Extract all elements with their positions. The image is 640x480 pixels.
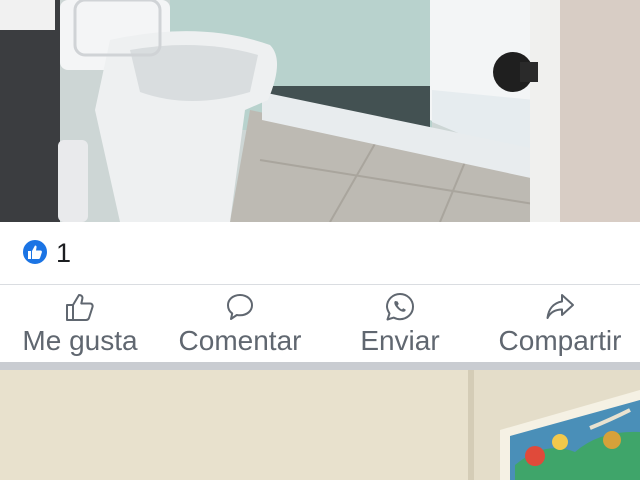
feed-separator — [0, 362, 640, 370]
send-label: Enviar — [360, 325, 440, 356]
share-button[interactable]: Compartir — [480, 285, 640, 362]
next-post-photo[interactable] — [0, 370, 640, 480]
share-label: Compartir — [498, 325, 622, 356]
post-actions: Me gusta Comentar Enviar Compartir — [0, 285, 640, 362]
like-label: Me gusta — [22, 325, 138, 356]
thumbs-up-outline-icon — [64, 291, 96, 323]
wall-painting-illustration — [0, 370, 640, 480]
reaction-count[interactable]: 1 — [56, 236, 71, 270]
share-arrow-icon — [544, 291, 576, 323]
like-button[interactable]: Me gusta — [0, 285, 160, 362]
thumbs-up-icon — [21, 238, 49, 266]
comment-label: Comentar — [178, 325, 302, 356]
send-button[interactable]: Enviar — [320, 285, 480, 362]
reactions-bar[interactable] — [0, 222, 640, 284]
speech-bubble-icon — [225, 291, 255, 323]
post-photo[interactable] — [0, 0, 640, 222]
whatsapp-icon — [384, 291, 416, 323]
comment-button[interactable]: Comentar — [160, 285, 320, 362]
bathroom-photo-illustration — [0, 0, 640, 222]
